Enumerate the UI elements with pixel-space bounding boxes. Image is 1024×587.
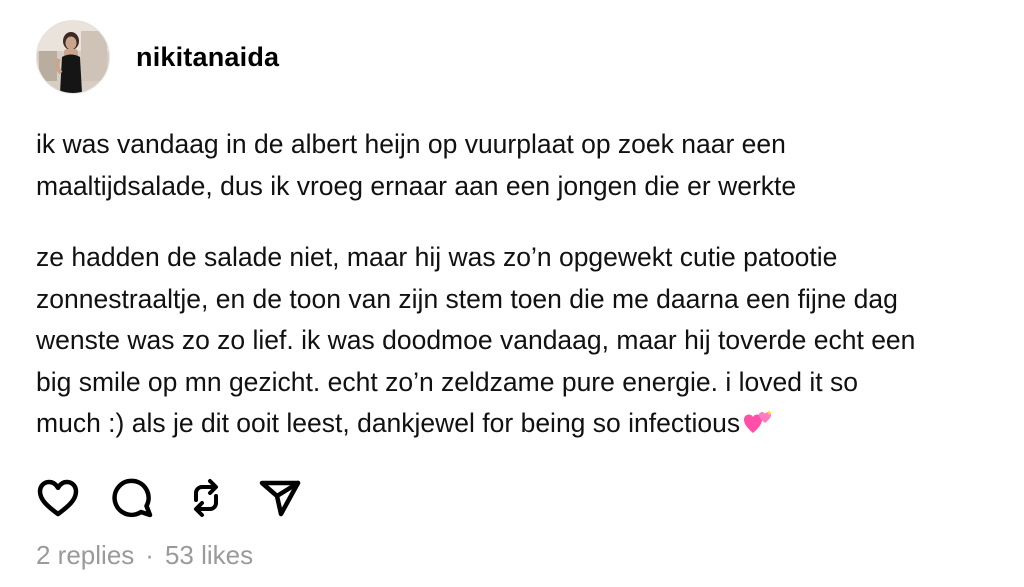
avatar[interactable] xyxy=(36,20,110,94)
repost-icon xyxy=(194,479,218,517)
send-icon xyxy=(259,480,301,517)
likes-count[interactable]: 53 likes xyxy=(165,540,253,571)
profile-photo-avatar xyxy=(37,21,109,93)
post-stats: 2 replies · 53 likes xyxy=(36,540,253,571)
author-username[interactable]: nikitanaida xyxy=(136,42,279,73)
post-header: nikitanaida xyxy=(36,20,279,94)
post-actions xyxy=(36,474,302,522)
replies-count[interactable]: 2 replies xyxy=(36,540,134,571)
threads-post: nikitanaida ik was vandaag in de albert … xyxy=(0,0,1024,587)
comment-icon xyxy=(112,478,153,518)
heart-icon xyxy=(37,479,79,517)
share-button[interactable] xyxy=(258,476,302,520)
post-paragraph-1: ik was vandaag in de albert heijn op vuu… xyxy=(36,129,797,201)
two-hearts-icon xyxy=(744,406,774,433)
repost-button[interactable] xyxy=(184,476,228,520)
stats-separator: · xyxy=(145,540,154,570)
post-body: ik was vandaag in de albert heijn op vuu… xyxy=(36,124,1011,445)
post-paragraph-2: ze hadden de salade niet, maar hij was z… xyxy=(36,237,1011,445)
like-button[interactable] xyxy=(36,476,80,520)
reply-button[interactable] xyxy=(110,476,154,520)
post-paragraph-2-text: ze hadden de salade niet, maar hij was z… xyxy=(36,242,916,438)
